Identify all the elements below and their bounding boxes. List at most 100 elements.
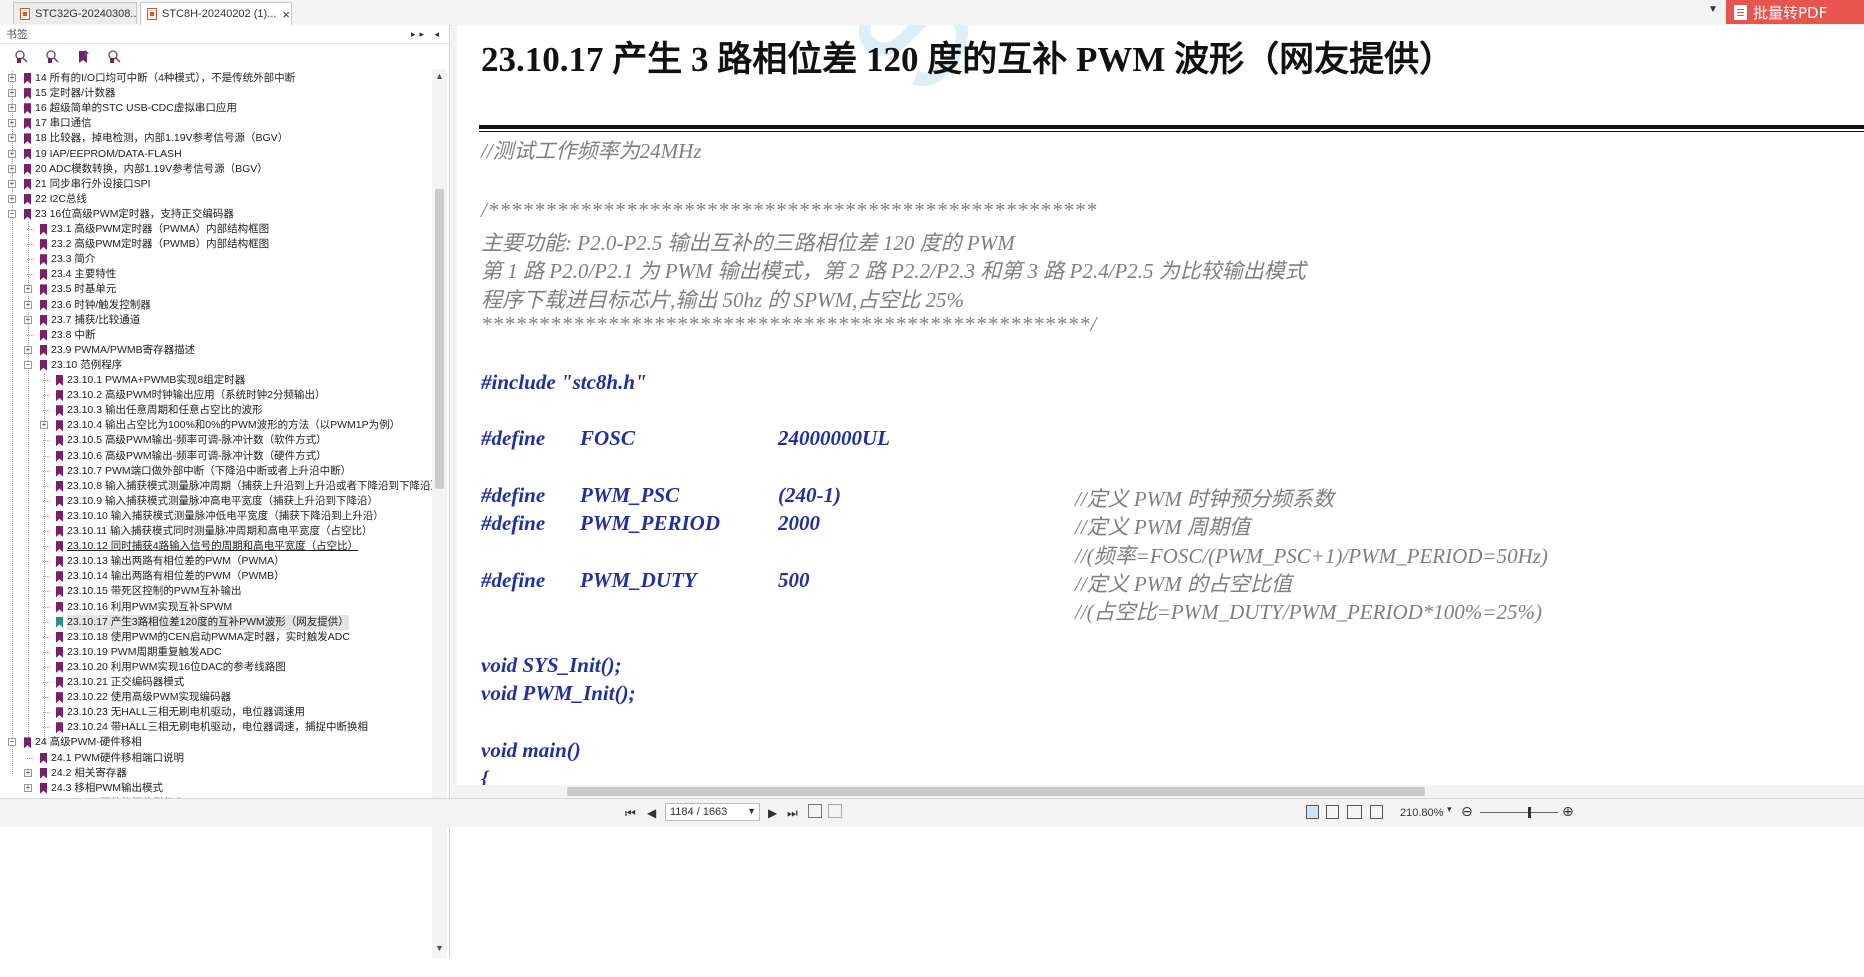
bookmark-item[interactable]: 23.10.18 使用PWM的CEN启动PWMA定时器，实时触发ADC: [43, 630, 350, 645]
bookmark-item[interactable]: 23.10.12 同时捕获4路输入信号的周期和高电平宽度（占空比）: [43, 539, 358, 554]
bookmark-item[interactable]: +14 所有的I/O口均可中断（4种模式），不是传统外部中断: [8, 71, 295, 86]
expand-icon[interactable]: +: [8, 149, 16, 158]
bookmark-item[interactable]: 23.10.14 输出两路有相位差的PWM（PWMB）: [43, 569, 285, 584]
bookmark-item[interactable]: 23.10.7 PWM端口做外部中断（下降沿中断或者上升沿中断）: [43, 464, 351, 479]
last-page-icon[interactable]: ⏭: [787, 806, 798, 821]
document-view[interactable]: STC M 23.10.17 产生 3 路相位差 120 度的互补 PWM 波形…: [451, 25, 1864, 798]
expand-icon[interactable]: +: [8, 89, 16, 98]
scroll-up-icon[interactable]: ▲: [435, 71, 444, 81]
bookmark-item[interactable]: 23.10.13 输出两路有相位差的PWM（PWMA）: [43, 554, 285, 569]
chevron-down-icon[interactable]: ▼: [747, 806, 756, 816]
tab-list-dropdown-icon[interactable]: ▼: [1708, 4, 1718, 15]
batch-convert-pdf-button[interactable]: 批量转PDF: [1726, 0, 1864, 24]
document-splitter[interactable]: [451, 25, 457, 798]
collapse-icon[interactable]: −: [24, 360, 32, 369]
panel-controls[interactable]: ▸▸ ◂: [411, 29, 443, 40]
page-number-input[interactable]: 1184 / 1663 ▼: [665, 803, 760, 821]
next-page-icon[interactable]: ▶: [768, 806, 777, 820]
bookmark-item[interactable]: 23.10.2 高级PWM时钟输出应用（系统时钟2分频输出）: [43, 388, 325, 403]
expand-icon[interactable]: +: [8, 194, 16, 203]
scrollbar-thumb[interactable]: [567, 787, 1425, 796]
expand-icon[interactable]: +: [24, 783, 32, 792]
bookmark-item[interactable]: − 23.10 范例程序: [24, 358, 122, 373]
bookmark-item[interactable]: 23.2 高级PWM定时器（PWMB）内部结构框图: [27, 237, 269, 252]
bookmark-item[interactable]: +19 IAP/EEPROM/DATA-FLASH: [8, 147, 182, 162]
bookmark-item[interactable]: 23.10.22 使用高级PWM实现编码器: [43, 690, 231, 705]
bookmark-item[interactable]: +15 定时器/计数器: [8, 86, 116, 101]
bookmark-item[interactable]: +16 超级简单的STC USB-CDC虚拟串口应用: [8, 101, 237, 116]
bookmark-item[interactable]: +23.9 PWMA/PWMB寄存器描述: [24, 343, 195, 358]
zoom-slider-handle[interactable]: [1528, 807, 1531, 818]
zoom-slider[interactable]: [1480, 807, 1558, 818]
bookmark-item[interactable]: 23.10.3 输出任意周期和任意占空比的波形: [43, 403, 262, 418]
bookmark-item[interactable]: 24.1 PWM硬件移相端口说明: [27, 751, 184, 766]
bookmark-item[interactable]: +23.6 时钟/触发控制器: [24, 298, 151, 313]
bookmark-item[interactable]: +22 I2C总线: [8, 192, 87, 207]
zoom-level[interactable]: 210.80%: [1400, 807, 1443, 819]
bookmark-item[interactable]: 23.10.10 输入捕获模式测量脉冲低电平宽度（捕获下降沿到上升沿）: [43, 509, 384, 524]
scroll-down-icon[interactable]: ▼: [435, 943, 444, 953]
two-page-view-icon[interactable]: [1347, 805, 1362, 819]
scrollbar-thumb[interactable]: [435, 189, 444, 489]
bookmark-item[interactable]: 23.10.15 带死区控制的PWM互补输出: [43, 584, 241, 599]
go-back-view-icon[interactable]: [808, 804, 822, 818]
bookmark-item[interactable]: +21 同步串行外设接口SPI: [8, 177, 151, 192]
bookmark-item[interactable]: 23.8 中断: [27, 328, 95, 343]
previous-page-icon[interactable]: ◀: [647, 806, 656, 820]
zoom-out-icon[interactable]: ⊖: [1461, 803, 1473, 820]
bookmark-item[interactable]: +23.7 捕获/比较通道: [24, 313, 140, 328]
go-forward-view-icon[interactable]: [828, 804, 842, 818]
scroll-view-icon[interactable]: [1370, 805, 1383, 819]
expand-icon[interactable]: +: [8, 179, 16, 188]
bookmark-item[interactable]: +24.3 移相PWM输出模式: [24, 781, 163, 796]
bookmark-item[interactable]: 23.10.17 产生3路相位差120度的互补PWM波形（网友提供）: [43, 614, 349, 630]
bookmark-item[interactable]: 23.10.23 无HALL三相无刷电机驱动，电位器调速用: [43, 705, 305, 720]
bookmark-item[interactable]: 23.10.20 利用PWM实现16位DAC的参考线路图: [43, 660, 286, 675]
first-page-icon[interactable]: ⏮: [625, 806, 636, 821]
bookmark-item[interactable]: +17 串口通信: [8, 116, 92, 131]
bookmark-item[interactable]: 23.10.6 高级PWM输出-频率可调-脉冲计数（硬件方式）: [43, 449, 327, 464]
bookmark-item[interactable]: 23.1 高级PWM定时器（PWMA）内部结构框图: [27, 222, 269, 237]
bookmark-item[interactable]: 23.10.11 输入捕获模式同时测量脉冲周期和高电平宽度（占空比）: [43, 524, 373, 539]
expand-icon[interactable]: +: [24, 345, 32, 354]
bookmark-item[interactable]: − 24 高级PWM-硬件移相: [8, 735, 142, 750]
expand-icon[interactable]: +: [24, 300, 32, 309]
bookmark-item[interactable]: +18 比较器，掉电检测，内部1.19V参考信号源（BGV）: [8, 131, 288, 146]
bookmark-item[interactable]: +23.5 时基单元: [24, 282, 116, 297]
collapse-all-bookmarks-icon[interactable]: [45, 49, 60, 64]
bookmark-item[interactable]: +20 ADC模数转换，内部1.19V参考信号源（BGV）: [8, 162, 268, 177]
expand-icon[interactable]: +: [40, 421, 48, 430]
bookmark-item[interactable]: 23.10.8 输入捕获模式测量脉冲周期（捕获上升沿到上升沿或者下降沿到下降沿）: [43, 479, 432, 494]
collapse-icon[interactable]: −: [8, 209, 16, 218]
close-icon[interactable]: ×: [282, 7, 290, 22]
add-bookmark-icon[interactable]: [76, 49, 91, 64]
bookmark-item[interactable]: 23.10.9 输入捕获模式测量脉冲高电平宽度（捕获上升沿到下降沿）: [43, 494, 378, 509]
collapse-icon[interactable]: −: [8, 738, 16, 747]
bookmark-item[interactable]: 23.10.21 正交编码器模式: [43, 675, 184, 690]
horizontal-scrollbar[interactable]: [451, 785, 1864, 798]
expand-icon[interactable]: +: [8, 104, 16, 113]
bookmark-item[interactable]: 23.10.5 高级PWM输出-频率可调-脉冲计数（软件方式）: [43, 433, 327, 448]
bookmark-item[interactable]: +24.2 相关寄存器: [24, 766, 127, 781]
zoom-in-icon[interactable]: ⊕: [1562, 803, 1574, 820]
bookmark-item[interactable]: 23.3 简介: [27, 252, 95, 267]
bookmark-item[interactable]: − 23 16位高级PWM定时器，支持正交编码器: [8, 207, 234, 222]
expand-all-bookmarks-icon[interactable]: [14, 49, 29, 64]
bookmark-item[interactable]: 23.4 主要特性: [27, 267, 116, 282]
expand-icon[interactable]: +: [8, 134, 16, 143]
bookmark-item[interactable]: 23.10.16 利用PWM实现互补SPWM: [43, 600, 232, 615]
expand-icon[interactable]: +: [24, 768, 32, 777]
expand-icon[interactable]: +: [8, 119, 16, 128]
continuous-view-icon[interactable]: [1326, 805, 1339, 819]
tab-stc32g[interactable]: STC32G-20240308...: [13, 2, 137, 24]
single-page-view-icon[interactable]: [1306, 805, 1319, 819]
expand-icon[interactable]: +: [8, 164, 16, 173]
bookmark-item[interactable]: 23.10.19 PWM周期重复触发ADC: [43, 645, 222, 660]
bookmark-item[interactable]: 23.10.24 带HALL三相无刷电机驱动，电位器调速，捕捉中断换相: [43, 720, 368, 735]
expand-icon[interactable]: +: [8, 74, 16, 82]
tab-stc8h[interactable]: STC8H-20240202 (1)... ×: [140, 2, 292, 25]
bookmark-item[interactable]: 23.10.1 PWMA+PWMB实现8组定时器: [43, 373, 245, 388]
find-bookmark-icon[interactable]: [107, 49, 122, 64]
expand-icon[interactable]: +: [24, 285, 32, 294]
bookmark-item[interactable]: +23.10.4 输出占空比为100%和0%的PWM波形的方法（以PWM1P为例…: [40, 418, 400, 433]
